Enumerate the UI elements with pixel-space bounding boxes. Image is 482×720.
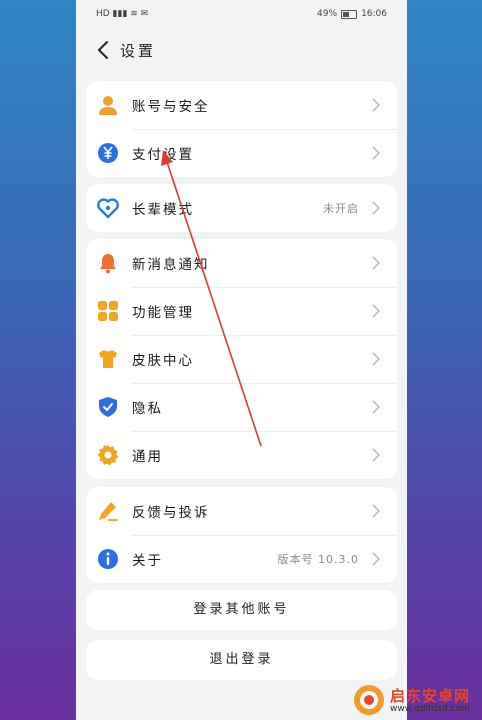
watermark-title: 启东安卓网 [390,687,471,705]
chevron-right-icon [372,400,381,414]
row-label: 账号与安全 [132,99,210,115]
phone-screen: HD ▮▮▮ ≋ ✉ 49% 16:06 设置 账号与安全 支付设置 长辈模式 … [76,0,407,720]
status-right: 49% 16:06 [317,9,387,19]
row-label: 隐私 [132,401,163,417]
row-label: 长辈模式 [132,202,194,218]
chevron-right-icon [372,256,381,270]
clock: 16:06 [361,9,387,19]
page-title: 设置 [120,42,157,60]
chevron-right-icon [372,304,381,318]
row-general[interactable]: 通用 [86,431,397,479]
grid-icon [98,301,118,321]
preferences-card: 新消息通知 功能管理 皮肤中心 隐私 通用 [86,239,397,479]
gear-icon [97,444,119,466]
network-status-icons: HD ▮▮▮ ≋ ✉ [96,9,149,19]
watermark-logo-icon [354,685,384,715]
yuan-icon [98,143,118,163]
row-privacy[interactable]: 隐私 [86,383,397,431]
heart-icon [97,198,119,219]
row-feature-management[interactable]: 功能管理 [86,287,397,335]
row-label: 反馈与投诉 [132,505,210,521]
row-label: 功能管理 [132,305,194,321]
pencil-icon [99,502,118,521]
row-value: 版本号 10.3.0 [277,553,359,566]
user-icon [99,96,117,115]
chevron-right-icon [372,146,381,160]
row-label: 关于 [132,553,163,569]
switch-account-button[interactable]: 登录其他账号 [86,590,397,630]
row-label: 皮肤中心 [132,353,194,369]
chevron-right-icon [372,98,381,112]
chevron-right-icon [372,201,381,215]
row-feedback[interactable]: 反馈与投诉 [86,487,397,535]
row-label: 通用 [132,449,163,465]
elder-mode-card: 长辈模式 未开启 [86,184,397,232]
site-watermark: 启东安卓网 www.qdltdsd.com [352,683,480,717]
row-notifications[interactable]: 新消息通知 [86,239,397,287]
logout-button[interactable]: 退出登录 [86,640,397,680]
page-header: 设置 [76,34,407,66]
chevron-right-icon [372,504,381,518]
back-arrow-icon[interactable] [94,40,114,60]
chevron-right-icon [372,352,381,366]
shield-icon [99,397,117,417]
row-about[interactable]: 关于 版本号 10.3.0 [86,535,397,583]
status-bar: HD ▮▮▮ ≋ ✉ 49% 16:06 [76,0,407,28]
battery-icon [341,9,358,19]
info-icon [98,549,118,569]
battery-percent: 49% [317,9,338,19]
account-card: 账号与安全 支付设置 [86,81,397,177]
chevron-right-icon [372,552,381,566]
bell-icon [100,254,116,274]
row-label: 支付设置 [132,147,194,163]
row-account-security[interactable]: 账号与安全 [86,81,397,129]
support-card: 反馈与投诉 关于 版本号 10.3.0 [86,487,397,583]
tshirt-icon [99,350,117,368]
watermark-url: www.qdltdsd.com [390,704,470,714]
row-payment-settings[interactable]: 支付设置 [86,129,397,177]
status-icons: HD ▮▮▮ ≋ ✉ [96,9,148,19]
chevron-right-icon [372,448,381,462]
battery-level [343,11,349,17]
row-skin-center[interactable]: 皮肤中心 [86,335,397,383]
row-elder-mode[interactable]: 长辈模式 未开启 [86,184,397,232]
row-label: 新消息通知 [132,257,210,273]
row-value: 未开启 [323,202,359,215]
